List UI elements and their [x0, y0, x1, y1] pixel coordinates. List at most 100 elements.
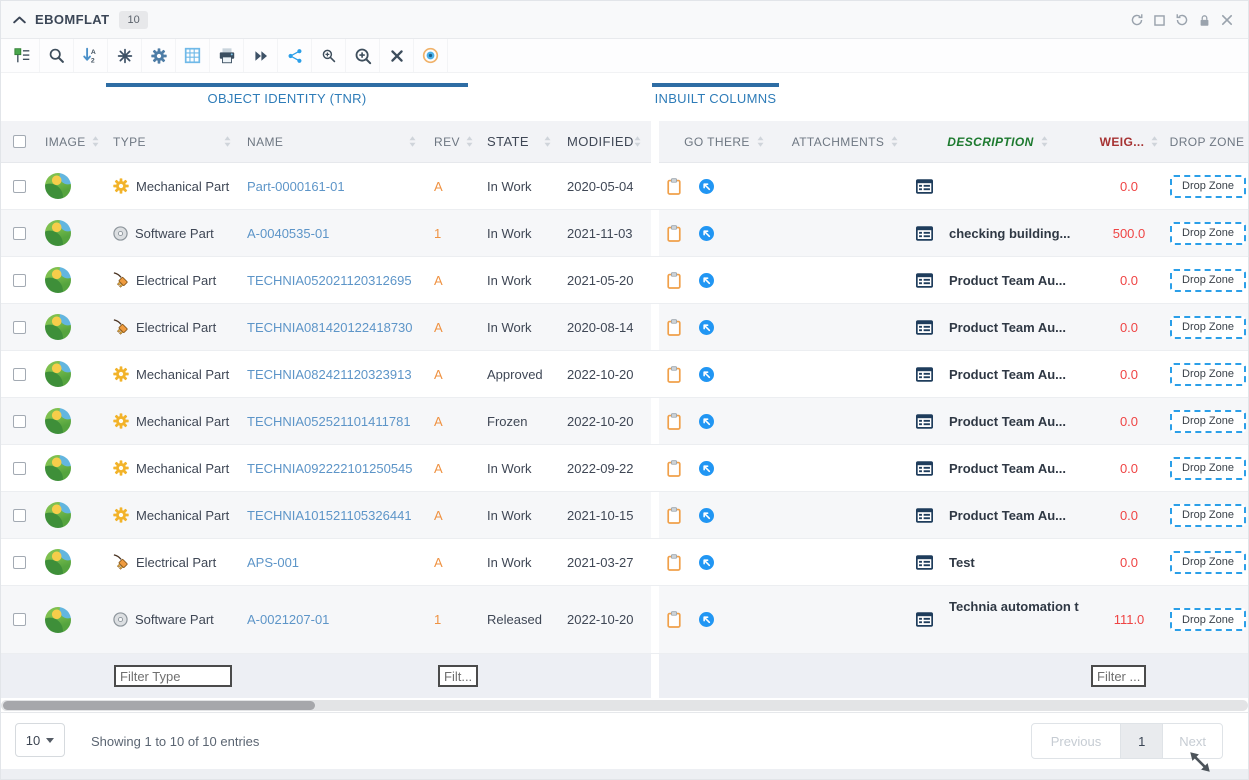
- go-there-icon[interactable]: [699, 555, 714, 570]
- clipboard-icon[interactable]: [667, 611, 681, 628]
- description-form-icon[interactable]: [916, 320, 933, 335]
- maximize-icon[interactable]: [1153, 14, 1166, 27]
- revision-link[interactable]: A: [434, 555, 443, 570]
- name-link[interactable]: TECHNIA082421120323913: [247, 367, 412, 382]
- column-header-image[interactable]: IMAGE: [45, 135, 86, 149]
- name-link[interactable]: Part-0000161-01: [247, 179, 345, 194]
- name-link[interactable]: TECHNIA081420122418730: [247, 320, 413, 335]
- settings-gear-icon[interactable]: [142, 39, 176, 72]
- drop-zone-button[interactable]: Drop Zone: [1170, 410, 1246, 433]
- drop-zone-button[interactable]: Drop Zone: [1170, 608, 1246, 631]
- revision-link[interactable]: 1: [434, 612, 441, 627]
- column-header-attachments[interactable]: ATTACHMENTS: [792, 135, 885, 149]
- zoom-search-icon[interactable]: [312, 39, 346, 72]
- description-form-icon[interactable]: [916, 273, 933, 288]
- row-checkbox[interactable]: [13, 274, 26, 287]
- column-header-go-there[interactable]: GO THERE: [684, 135, 750, 149]
- column-header-type[interactable]: TYPE: [113, 135, 146, 149]
- go-there-icon[interactable]: [699, 367, 714, 382]
- clipboard-icon[interactable]: [667, 178, 681, 195]
- row-checkbox[interactable]: [13, 368, 26, 381]
- clipboard-icon[interactable]: [667, 413, 681, 430]
- horizontal-scrollbar[interactable]: [1, 700, 1248, 711]
- sort-icon[interactable]: [891, 136, 898, 147]
- row-checkbox[interactable]: [13, 180, 26, 193]
- drop-zone-button[interactable]: Drop Zone: [1170, 175, 1246, 198]
- sort-icon[interactable]: [92, 136, 99, 147]
- description-form-icon[interactable]: [916, 461, 933, 476]
- row-checkbox[interactable]: [13, 509, 26, 522]
- clipboard-icon[interactable]: [667, 225, 681, 242]
- part-thumbnail-image[interactable]: [45, 549, 71, 575]
- description-form-icon[interactable]: [916, 367, 933, 382]
- part-thumbnail-image[interactable]: [45, 502, 71, 528]
- revision-link[interactable]: A: [434, 461, 443, 476]
- select-all-checkbox[interactable]: [13, 135, 26, 148]
- collapse-chevron-icon[interactable]: [13, 15, 26, 24]
- part-thumbnail-image[interactable]: [45, 173, 71, 199]
- close-icon[interactable]: [1220, 13, 1234, 27]
- clipboard-icon[interactable]: [667, 507, 681, 524]
- drop-zone-button[interactable]: Drop Zone: [1170, 316, 1246, 339]
- part-thumbnail-image[interactable]: [45, 267, 71, 293]
- clear-icon[interactable]: [380, 39, 414, 72]
- go-there-icon[interactable]: [699, 508, 714, 523]
- name-link[interactable]: APS-001: [247, 555, 299, 570]
- part-thumbnail-image[interactable]: [45, 607, 71, 633]
- revision-link[interactable]: A: [434, 273, 443, 288]
- go-there-icon[interactable]: [699, 226, 714, 241]
- name-link[interactable]: TECHNIA052521101411781: [247, 414, 411, 429]
- sort-descending-icon[interactable]: A2: [74, 39, 108, 72]
- name-link[interactable]: A-0021207-01: [247, 612, 329, 627]
- filter-weight-input[interactable]: [1091, 665, 1146, 687]
- refresh-icon[interactable]: [1130, 13, 1144, 27]
- page-size-select[interactable]: 10: [15, 723, 65, 757]
- sort-icon[interactable]: [1041, 136, 1048, 147]
- name-link[interactable]: A-0040535-01: [247, 226, 329, 241]
- part-thumbnail-image[interactable]: [45, 220, 71, 246]
- resize-handle-icon[interactable]: [1187, 749, 1215, 777]
- drop-zone-button[interactable]: Drop Zone: [1170, 551, 1246, 574]
- row-checkbox[interactable]: [13, 613, 26, 626]
- row-checkbox[interactable]: [13, 227, 26, 240]
- revision-link[interactable]: A: [434, 414, 443, 429]
- revision-link[interactable]: A: [434, 508, 443, 523]
- current-page-button[interactable]: 1: [1120, 724, 1163, 758]
- row-checkbox[interactable]: [13, 415, 26, 428]
- column-header-state[interactable]: STATE: [487, 134, 529, 149]
- drop-zone-button[interactable]: Drop Zone: [1170, 269, 1246, 292]
- part-thumbnail-image[interactable]: [45, 361, 71, 387]
- share-icon[interactable]: [278, 39, 312, 72]
- revision-link[interactable]: 1: [434, 226, 441, 241]
- column-header-modified[interactable]: MODIFIED: [567, 134, 634, 149]
- part-thumbnail-image[interactable]: [45, 455, 71, 481]
- go-there-icon[interactable]: [699, 414, 714, 429]
- name-link[interactable]: TECHNIA092222101250545: [247, 461, 413, 476]
- clipboard-icon[interactable]: [667, 319, 681, 336]
- scrollbar-thumb[interactable]: [3, 701, 315, 710]
- expand-structure-icon[interactable]: [6, 39, 40, 72]
- name-link[interactable]: TECHNIA101521105326441: [247, 508, 412, 523]
- sort-icon[interactable]: [1151, 136, 1158, 147]
- filter-rev-input[interactable]: [438, 665, 478, 687]
- drop-zone-button[interactable]: Drop Zone: [1170, 457, 1246, 480]
- description-form-icon[interactable]: [916, 612, 933, 627]
- go-there-icon[interactable]: [699, 461, 714, 476]
- name-link[interactable]: TECHNIA052021120312695: [247, 273, 412, 288]
- description-form-icon[interactable]: [916, 179, 933, 194]
- table-grid-icon[interactable]: [176, 39, 210, 72]
- zoom-in-icon[interactable]: [346, 39, 380, 72]
- revision-link[interactable]: A: [434, 320, 443, 335]
- undo-icon[interactable]: [1175, 13, 1189, 27]
- go-there-icon[interactable]: [699, 179, 714, 194]
- sort-icon[interactable]: [634, 136, 641, 147]
- go-there-icon[interactable]: [699, 320, 714, 335]
- sort-icon[interactable]: [466, 136, 473, 147]
- snowflake-icon[interactable]: [108, 39, 142, 72]
- row-checkbox[interactable]: [13, 462, 26, 475]
- eye-icon[interactable]: [414, 39, 448, 72]
- part-thumbnail-image[interactable]: [45, 314, 71, 340]
- clipboard-icon[interactable]: [667, 272, 681, 289]
- go-there-icon[interactable]: [699, 612, 714, 627]
- print-icon[interactable]: [210, 39, 244, 72]
